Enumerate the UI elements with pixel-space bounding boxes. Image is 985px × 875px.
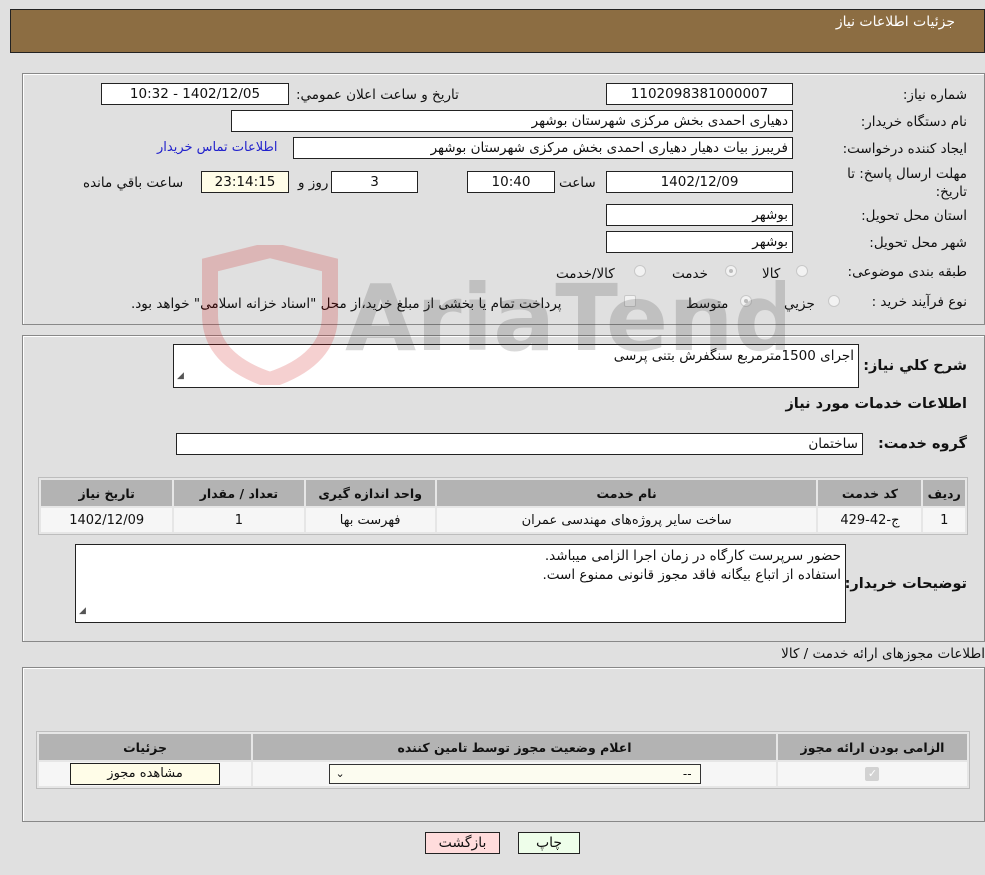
process-label: نوع فرآیند خرید : bbox=[871, 294, 967, 310]
permit-status-select[interactable]: -- ⌄ bbox=[328, 764, 701, 784]
resize-grip-icon[interactable]: ◢ bbox=[79, 602, 86, 621]
deadline-time-field: 10:40 bbox=[467, 171, 555, 193]
remaining-days-field: 3 bbox=[331, 171, 418, 193]
cell-row-number: 1 bbox=[923, 508, 965, 532]
buyer-org-label: نام دستگاه خریدار: bbox=[860, 114, 967, 130]
category-radio-goods-service[interactable] bbox=[634, 265, 646, 277]
cell-service-code: ج-42-429 bbox=[818, 508, 922, 532]
summary-text: اجرای 1500مترمربع سنگفرش بتنی پرسی bbox=[613, 348, 854, 364]
col-service-code: کد خدمت bbox=[818, 480, 922, 506]
cell-permit-status: -- ⌄ bbox=[253, 762, 776, 786]
cell-quantity: 1 bbox=[174, 508, 304, 532]
buyer-notes-line-1: حضور سرپرست کارگاه در زمان اجرا الزامی م… bbox=[544, 548, 841, 564]
process-radio-medium[interactable] bbox=[740, 295, 752, 307]
summary-textarea[interactable]: اجرای 1500مترمربع سنگفرش بتنی پرسی ◢ bbox=[173, 344, 859, 388]
table-row: 1 ج-42-429 ساخت سایر پروژه‌های مهندسی عم… bbox=[41, 508, 965, 532]
cell-need-date: 1402/12/09 bbox=[41, 508, 173, 532]
province-label: استان محل تحویل: bbox=[861, 208, 967, 224]
category-radio-service[interactable] bbox=[725, 265, 737, 277]
service-group-label: گروه خدمت: bbox=[877, 436, 967, 452]
table-row: ✓ -- ⌄ مشاهده مجوز bbox=[39, 762, 967, 786]
required-checkbox-icon[interactable]: ✓ bbox=[865, 767, 880, 781]
deadline-date-field: 1402/12/09 bbox=[606, 171, 793, 193]
city-label: شهر محل تحویل: bbox=[869, 235, 967, 251]
process-radio-small[interactable] bbox=[828, 295, 840, 307]
category-option-goods-service: کالا/خدمت bbox=[556, 266, 615, 282]
city-field: بوشهر bbox=[606, 231, 793, 253]
col-quantity: تعداد / مقدار bbox=[174, 480, 304, 506]
buyer-org-field: دهیاری احمدی بخش مرکزی شهرستان بوشهر bbox=[231, 110, 793, 132]
requester-label: ایجاد کننده درخواست: bbox=[842, 141, 967, 157]
cell-permit-details: مشاهده مجوز bbox=[39, 762, 252, 786]
services-table-header: ردیف کد خدمت نام خدمت واحد اندازه گیری ت… bbox=[41, 480, 965, 506]
requester-field: فریبرز بیات دهیار دهیاری احمدی بخش مرکزی… bbox=[293, 137, 793, 159]
announce-datetime-field: 1402/12/05 - 10:32 bbox=[101, 83, 289, 105]
print-button[interactable]: چاپ bbox=[518, 832, 580, 854]
province-field: بوشهر bbox=[606, 204, 793, 226]
permits-table: الزامی بودن ارائه مجوز اعلام وضعیت مجوز … bbox=[36, 731, 970, 789]
permits-section-title: اطلاعات مجوزهای ارائه خدمت / کالا bbox=[781, 646, 985, 662]
cell-unit: فهرست بها bbox=[305, 508, 435, 532]
announce-datetime-label: تاریخ و ساعت اعلان عمومي: bbox=[296, 87, 459, 103]
col-unit: واحد اندازه گیری bbox=[305, 480, 435, 506]
services-section-title: اطلاعات خدمات مورد نیاز bbox=[785, 396, 967, 412]
category-option-goods: کالا bbox=[762, 266, 781, 282]
category-label: طبقه بندی موضوعی: bbox=[847, 264, 967, 280]
permits-table-header: الزامی بودن ارائه مجوز اعلام وضعیت مجوز … bbox=[39, 734, 967, 760]
treasury-checkbox[interactable] bbox=[624, 295, 636, 307]
col-service-name: نام خدمت bbox=[436, 480, 817, 506]
col-need-date: تاریخ نیاز bbox=[41, 480, 173, 506]
deadline-time-label: ساعت bbox=[559, 175, 596, 191]
category-option-service: خدمت bbox=[672, 266, 708, 282]
cell-service-name: ساخت سایر پروژه‌های مهندسی عمران bbox=[436, 508, 817, 532]
need-number-field: 1102098381000007 bbox=[606, 83, 793, 105]
service-group-field: ساختمان bbox=[176, 433, 863, 455]
buyer-notes-textarea[interactable]: حضور سرپرست کارگاه در زمان اجرا الزامی م… bbox=[75, 544, 846, 623]
remaining-time-label: ساعت باقي مانده bbox=[83, 175, 184, 191]
days-label: روز و bbox=[298, 175, 329, 191]
process-option-small: جزیي bbox=[784, 296, 815, 312]
col-row-number: ردیف bbox=[923, 480, 965, 506]
buyer-contact-link[interactable]: اطلاعات تماس خریدار bbox=[157, 140, 277, 155]
permit-status-value: -- bbox=[682, 767, 692, 781]
buyer-notes-line-2: استفاده از اتباع بیگانه فاقد مجوز قانونی… bbox=[542, 567, 841, 583]
summary-label: شرح کلي نیاز: bbox=[863, 358, 967, 374]
services-table: ردیف کد خدمت نام خدمت واحد اندازه گیری ت… bbox=[38, 477, 968, 535]
category-radio-goods[interactable] bbox=[796, 265, 808, 277]
col-permit-status: اعلام وضعیت مجوز توسط تامین کننده bbox=[253, 734, 776, 760]
resize-grip-icon[interactable]: ◢ bbox=[177, 367, 184, 386]
col-permit-details: جزئیات bbox=[39, 734, 252, 760]
cell-permit-required: ✓ bbox=[777, 762, 967, 786]
process-option-medium: متوسط bbox=[686, 296, 729, 312]
remaining-time-field: 23:14:15 bbox=[201, 171, 289, 193]
buyer-notes-label: توضیحات خریدار: bbox=[844, 576, 967, 592]
back-button[interactable]: بازگشت bbox=[425, 832, 500, 854]
view-permit-button[interactable]: مشاهده مجوز bbox=[70, 763, 221, 785]
treasury-label: پرداخت تمام یا بخشی از مبلغ خرید،از محل … bbox=[131, 296, 562, 312]
page-title: جزئیات اطلاعات نیاز bbox=[835, 14, 955, 30]
col-permit-required: الزامی بودن ارائه مجوز bbox=[777, 734, 967, 760]
need-number-label: شماره نیاز: bbox=[902, 87, 967, 103]
deadline-label: مهلت ارسال پاسخ: تا تاریخ: bbox=[847, 166, 967, 200]
chevron-down-icon: ⌄ bbox=[335, 767, 345, 780]
